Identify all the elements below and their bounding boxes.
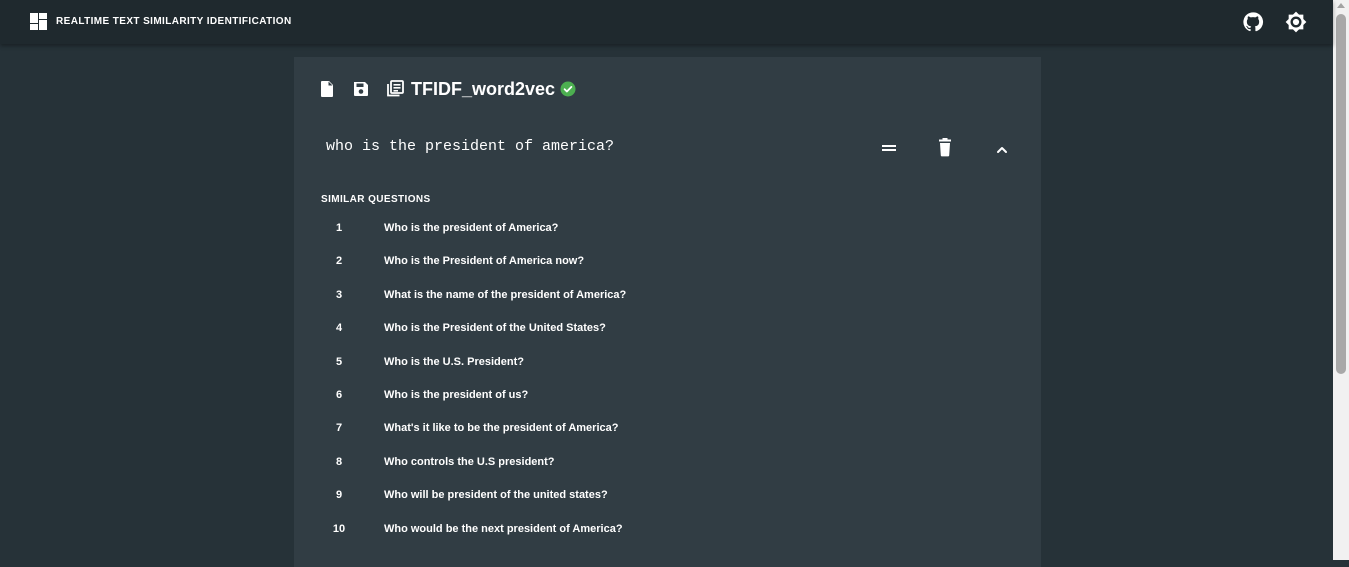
rank-number: 9 [335, 489, 343, 502]
compare-button[interactable] [878, 137, 900, 159]
library-icon [385, 79, 405, 99]
question-text: Who is the president of America? [384, 222, 559, 234]
list-item[interactable]: 1 Who is the president of America? [294, 211, 1041, 244]
delete-button[interactable] [934, 136, 956, 158]
query-text: who is the president of america? [326, 138, 615, 155]
rank-number: 6 [335, 388, 343, 401]
equal-icon [878, 137, 900, 159]
new-file-button[interactable] [317, 79, 337, 99]
query-card: TFIDF_word2vec who is the president of a… [294, 57, 1041, 567]
rank-number: 2 [335, 255, 343, 268]
chevron-up-icon [991, 139, 1013, 161]
theme-toggle-button[interactable] [1285, 11, 1307, 33]
question-text: Who controls the U.S president? [384, 455, 555, 468]
model-name: TFIDF_word2vec [411, 78, 556, 99]
rank-number: 3 [335, 288, 343, 301]
scroll-up-arrow-icon[interactable] [1337, 3, 1345, 8]
list-item[interactable]: 8 Who controls the U.S president? [294, 445, 1041, 478]
question-text: What's it like to be the president of Am… [384, 422, 619, 435]
brightness-icon [1285, 11, 1307, 33]
library-button[interactable] [385, 79, 405, 99]
question-text: Who is the President of America now? [384, 255, 585, 268]
list-item[interactable]: 3 What is the name of the president of A… [294, 278, 1041, 311]
collapse-button[interactable] [991, 139, 1013, 161]
rank-number: 1 [335, 222, 343, 234]
question-text: Who is the U.S. President? [384, 355, 524, 368]
list-item[interactable]: 7 What's it like to be the president of … [294, 411, 1041, 444]
list-item[interactable]: 10 Who would be the next president of Am… [294, 512, 1041, 545]
github-icon [1242, 11, 1264, 33]
github-button[interactable] [1242, 11, 1264, 33]
list-item[interactable]: 9 Who will be president of the united st… [294, 478, 1041, 511]
scrollbar-thumb[interactable] [1336, 14, 1346, 374]
trash-icon [934, 136, 956, 158]
app-title: REALTIME TEXT SIMILARITY IDENTIFICATION [56, 16, 292, 27]
list-item[interactable]: 4 Who is the President of the United Sta… [294, 311, 1041, 344]
list-item[interactable]: 6 Who is the president of us? [294, 378, 1041, 411]
rank-number: 7 [335, 422, 343, 435]
card-toolbar: TFIDF_word2vec [317, 77, 576, 101]
file-icon [317, 79, 337, 99]
rank-number: 8 [335, 455, 343, 468]
save-button[interactable] [351, 79, 371, 99]
similar-questions-list: 1 Who is the president of America? 2 Who… [294, 211, 1041, 545]
rank-number: 10 [332, 522, 346, 535]
question-text: Who would be the next president of Ameri… [384, 522, 623, 535]
list-item[interactable]: 5 Who is the U.S. President? [294, 345, 1041, 378]
check-circle-icon [560, 81, 576, 97]
dashboard-icon [30, 13, 47, 30]
question-text: Who will be president of the united stat… [384, 489, 608, 502]
save-icon [351, 79, 371, 99]
rank-number: 5 [335, 355, 343, 368]
rank-number: 4 [335, 322, 343, 335]
question-text: What is the name of the president of Ame… [384, 288, 627, 301]
question-text: Who is the President of the United State… [384, 322, 606, 335]
question-text: Who is the president of us? [384, 388, 529, 401]
list-item[interactable]: 2 Who is the President of America now? [294, 244, 1041, 277]
vertical-scrollbar[interactable] [1333, 0, 1349, 560]
similar-questions-heading: SIMILAR QUESTIONS [321, 194, 431, 205]
app-bar: REALTIME TEXT SIMILARITY IDENTIFICATION [0, 0, 1333, 44]
